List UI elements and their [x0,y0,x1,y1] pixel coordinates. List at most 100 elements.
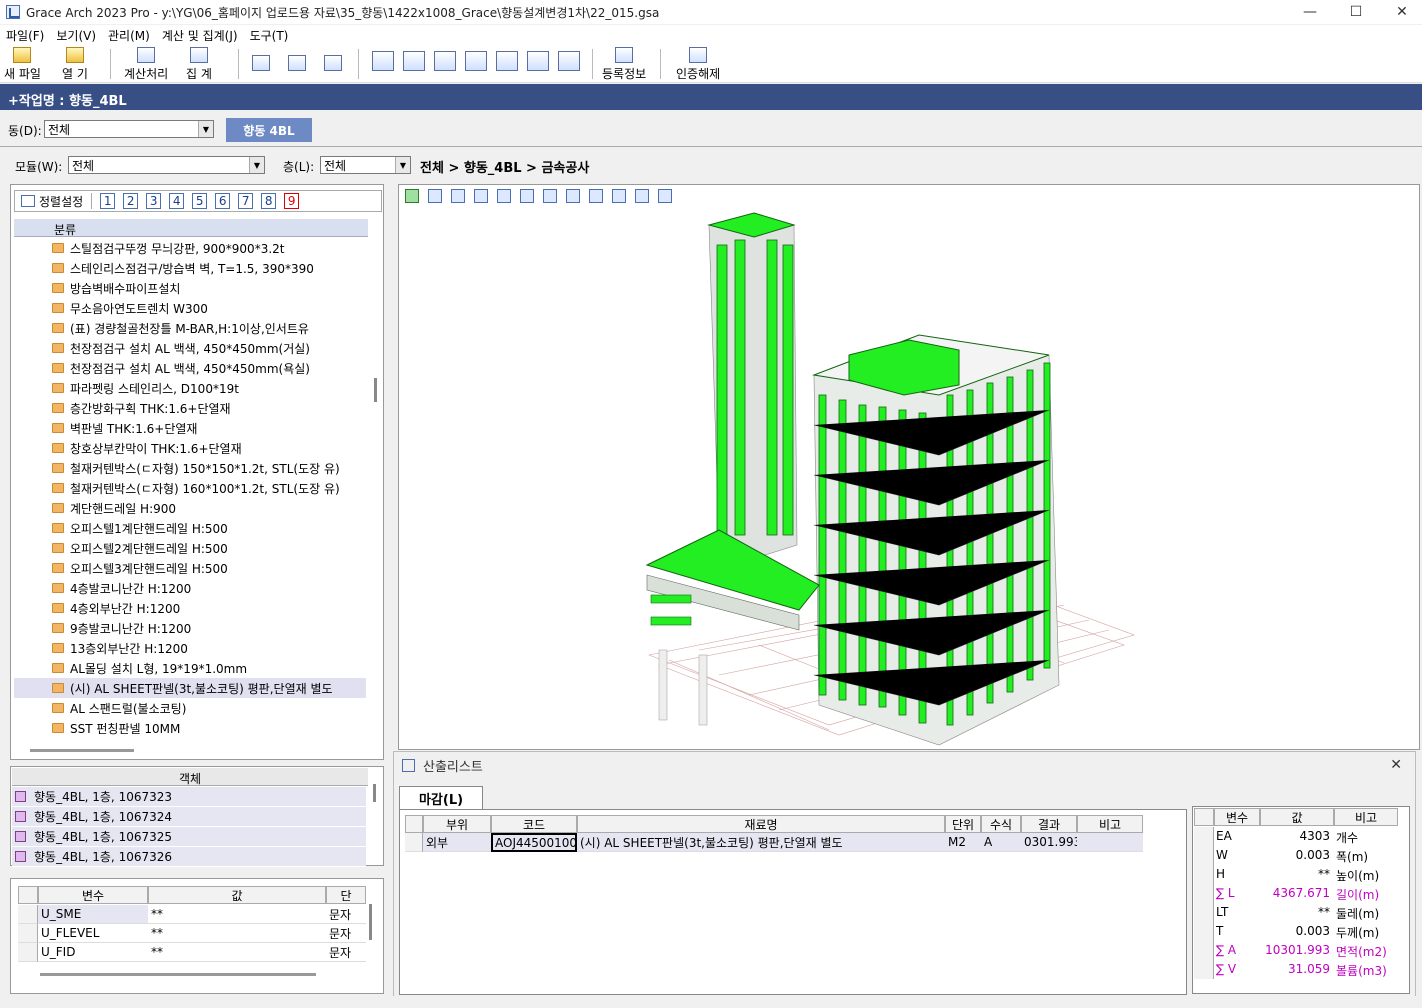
cube-bottom-icon[interactable] [589,189,603,203]
tool-4-button[interactable] [465,51,487,87]
tree-item[interactable]: 철재커텐박스(ㄷ자형) 150*150*1.2t, STL(도장 유) [52,458,340,478]
tree-item[interactable]: 오피스텔2계단핸드레일 H:500 [52,538,228,558]
tree-item[interactable]: 4층외부난간 H:1200 [52,598,180,618]
object-scrollbar[interactable] [373,784,376,802]
tree-item[interactable]: (표) 경량철골천장틀 M-BAR,H:1이상,인서트유 [52,318,309,338]
calc-part-cell[interactable]: 외부 [423,833,491,852]
sort-icon[interactable] [21,195,35,207]
tab-finish[interactable]: 마감(L) [399,786,483,810]
object-row[interactable]: 향동_4BL, 1층, 1067326 [12,847,366,867]
tool-1-button[interactable] [372,51,394,87]
variable-scrollbar[interactable] [369,904,372,940]
tree-item[interactable]: AL 스팬드럴(불소코팅) [52,698,186,718]
dong-select[interactable]: 전체 ▼ [44,120,214,138]
menu-manage[interactable]: 관리(M) [102,27,156,44]
module-select[interactable]: 전체 ▼ [68,156,265,174]
property-row[interactable]: ∑ V 31.059 볼륨(m3) [1194,960,1408,979]
tree-item[interactable]: 4층발코니난간 H:1200 [52,578,191,598]
level-1-button[interactable]: 1 [100,193,116,209]
object-row[interactable]: 향동_4BL, 1층, 1067325 [12,827,366,847]
tree-item[interactable]: 층간방화구획 THK:1.6+단열재 [52,398,231,418]
var-name-cell[interactable]: U_FLEVEL [38,924,148,943]
cube-right-icon[interactable] [543,189,557,203]
menu-tools[interactable]: 도구(T) [244,27,295,44]
tree-item[interactable]: 스테인리스점검구/방습벽 벽, T=1.5, 390*390 [52,258,314,278]
unlock-button[interactable]: 인증해제 [676,47,720,83]
sort-label[interactable]: 정렬설정 [39,193,83,210]
tree-item[interactable]: (시) AL SHEET판넬(3t,불소코팅) 평판,단열재 별도 [14,678,366,698]
tool-7-button[interactable] [558,51,580,87]
tree-item[interactable]: SST 펀칭판넬 10MM [52,718,180,738]
cube-left-icon[interactable] [520,189,534,203]
object-row[interactable]: 향동_4BL, 1층, 1067323 [12,787,366,807]
tree-item[interactable]: AL몰딩 설치 L형, 19*19*1.0mm [52,658,247,678]
tree-item[interactable]: 천장점검구 설치 AL 백색, 450*450mm(욕실) [52,358,310,378]
level-9-button[interactable]: 9 [284,193,300,209]
summary-button[interactable]: 집 계 [186,47,212,83]
tree-item[interactable]: 오피스텔3계단핸드레일 H:500 [52,558,228,578]
list-icon[interactable] [635,189,649,203]
var-name-cell[interactable]: U_FID [38,943,148,962]
calc-material-cell[interactable]: (시) AL SHEET판넬(3t,불소코팅) 평판,단열재 별도 [577,833,945,852]
tree-item[interactable]: 계단핸드레일 H:900 [52,498,176,518]
select-icon[interactable] [451,189,465,203]
object-row[interactable]: 향동_4BL, 1층, 1067324 [12,807,366,827]
tool-5-button[interactable] [496,51,518,87]
tree-item[interactable]: 9층발코니난간 H:1200 [52,618,191,638]
var-value-cell[interactable]: ** [148,924,326,943]
menu-file[interactable]: 파일(F) [0,27,50,44]
tool-3-button[interactable] [434,51,456,87]
tree-item[interactable]: 벽판넬 THK:1.6+단열재 [52,418,197,438]
level-6-button[interactable]: 6 [215,193,231,209]
tab-dong-4bl[interactable]: 향동 4BL [226,118,312,142]
var-value-cell[interactable]: ** [148,905,326,924]
tree-item[interactable]: 천장점검구 설치 AL 백색, 450*450mm(거실) [52,338,310,358]
calc-button[interactable]: 계산처리 [124,47,168,83]
tree-item[interactable]: 창호상부칸막이 THK:1.6+단열재 [52,438,242,458]
calc-note-cell[interactable] [1077,833,1143,852]
level-5-button[interactable]: 5 [192,193,208,209]
tree-item[interactable]: 파라펫링 스테인리스, D100*19t [52,378,239,398]
cube-back-icon[interactable] [497,189,511,203]
tree-scrollbar[interactable] [374,378,377,402]
tool-2-button[interactable] [403,51,425,87]
tree-item[interactable]: 스틸점검구뚜껑 무늬강판, 900*900*3.2t [52,238,284,258]
property-row[interactable]: ∑ L 4367.671 길이(m) [1194,884,1408,903]
property-row[interactable]: EA 4303 개수 [1194,827,1408,846]
tree-item[interactable]: 방습벽배수파이프설치 [52,278,180,298]
model-3d-view[interactable] [398,184,1420,750]
tree-horizontal-scrollbar[interactable] [30,749,134,752]
open-button[interactable]: 열 기 [62,47,88,83]
tool-6-button[interactable] [527,51,549,87]
level-8-button[interactable]: 8 [261,193,277,209]
tree-item[interactable]: 13층외부난간 H:1200 [52,638,188,658]
tree-item[interactable]: 오피스텔1계단핸드레일 H:500 [52,518,228,538]
menu-view[interactable]: 보기(V) [50,27,102,44]
cloud-icon[interactable] [658,189,672,203]
calc-result-cell[interactable]: 0301.993 [1021,833,1081,852]
menu-calc[interactable]: 계산 및 집계(J) [156,27,244,44]
model-icon[interactable] [405,189,419,203]
property-row[interactable]: ∑ A 10301.993 면적(m2) [1194,941,1408,960]
cube-front-icon[interactable] [474,189,488,203]
cube-iso-icon[interactable] [612,189,626,203]
variable-horizontal-scrollbar[interactable] [40,973,316,976]
maximize-button[interactable]: ☐ [1333,0,1379,24]
calc-code-cell[interactable]: AOJ445001000 [491,833,585,852]
register-info-button[interactable]: 등록정보 [602,47,646,83]
level-2-button[interactable]: 2 [123,193,139,209]
property-row[interactable]: T 0.003 두께(m) [1194,922,1408,941]
var-name-cell[interactable]: U_SME [38,905,148,924]
minimize-button[interactable]: — [1287,0,1333,24]
tree-item[interactable]: 무소음아연도트렌치 W300 [52,298,208,318]
level-4-button[interactable]: 4 [169,193,185,209]
calc-unit-cell[interactable]: M2 [945,833,981,852]
level-7-button[interactable]: 7 [238,193,254,209]
rotate-icon[interactable] [428,189,442,203]
new-file-button[interactable]: 새 파일 [4,47,41,83]
close-window-button[interactable]: ✕ [1379,0,1422,24]
property-row[interactable]: LT ** 둘레(m) [1194,903,1408,922]
cube-top-icon[interactable] [566,189,580,203]
tree-item[interactable]: 철재커텐박스(ㄷ자형) 160*100*1.2t, STL(도장 유) [52,478,340,498]
var-value-cell[interactable]: ** [148,943,326,962]
